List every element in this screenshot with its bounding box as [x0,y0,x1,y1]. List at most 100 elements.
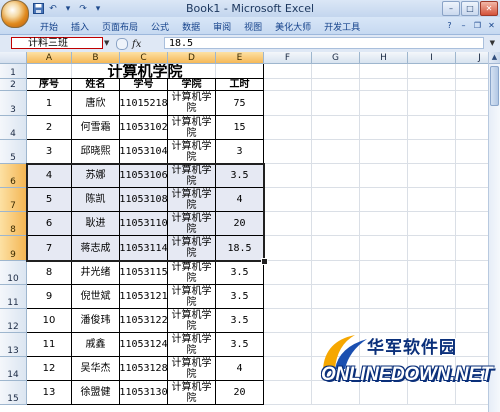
grid-cell[interactable] [360,212,408,236]
column-header-b[interactable]: B [72,52,120,64]
table-cell[interactable]: 11053128 [120,357,168,381]
grid-cell[interactable] [312,140,360,164]
table-row[interactable]: 4 [27,164,72,188]
table-cell[interactable]: 11053104 [120,140,168,164]
maximize-button[interactable]: □ [461,1,479,16]
grid-cell[interactable] [264,91,312,116]
table-row[interactable]: 7 [27,236,72,261]
table-cell[interactable]: 20 [216,381,264,405]
row-header-8[interactable]: 8 [0,212,27,236]
table-cell[interactable]: 11053121 [120,285,168,309]
grid-cell[interactable] [264,333,312,357]
grid-cell[interactable] [312,261,360,285]
grid-cell[interactable] [264,188,312,212]
column-header-d[interactable]: D [168,52,216,64]
grid-cell[interactable] [408,140,456,164]
grid-cell[interactable] [408,212,456,236]
grid-cell[interactable] [360,91,408,116]
chevron-down-icon[interactable]: ▼ [104,39,109,47]
grid-cell[interactable] [408,188,456,212]
row-header-14[interactable]: 14 [0,357,27,381]
table-header[interactable]: 学号 [120,79,168,91]
table-header[interactable]: 工时 [216,79,264,91]
table-cell[interactable]: 计算机学院 [168,285,216,309]
row-header-12[interactable]: 12 [0,309,27,333]
table-header[interactable]: 学院 [168,79,216,91]
table-cell[interactable]: 11053108 [120,188,168,212]
table-cell[interactable]: 11053124 [120,333,168,357]
table-cell[interactable]: 11053106 [120,164,168,188]
table-cell[interactable]: 蒋志成 [72,236,120,261]
expand-formula-icon[interactable]: ▼ [490,39,495,47]
table-cell[interactable]: 计算机学院 [168,381,216,405]
grid-cell[interactable] [264,212,312,236]
grid-cell[interactable] [408,64,456,79]
table-cell[interactable]: 3.5 [216,164,264,188]
row-header-3[interactable]: 3 [0,91,27,116]
table-row[interactable]: 11 [27,333,72,357]
insert-function-button[interactable]: fx [132,39,141,50]
grid-cell[interactable] [360,164,408,188]
table-row[interactable]: 2 [27,116,72,140]
grid-cell[interactable] [360,236,408,261]
table-cell[interactable]: 计算机学院 [168,212,216,236]
table-cell[interactable]: 11053102 [120,116,168,140]
table-cell[interactable]: 计算机学院 [168,236,216,261]
row-header-5[interactable]: 5 [0,140,27,164]
table-cell[interactable]: 11053130 [120,381,168,405]
table-cell[interactable]: 3.5 [216,261,264,285]
grid-cell[interactable] [408,261,456,285]
table-cell[interactable]: 11053122 [120,309,168,333]
table-cell[interactable]: 计算机学院 [168,309,216,333]
table-cell[interactable]: 潘俊玮 [72,309,120,333]
column-header-g[interactable]: G [312,52,360,64]
table-cell[interactable]: 20 [216,212,264,236]
tab-formulas[interactable]: 公式 [145,19,175,34]
grid-cell[interactable] [264,79,312,91]
grid-cell[interactable] [408,91,456,116]
grid-cell[interactable] [360,116,408,140]
grid-cell[interactable] [264,261,312,285]
tab-data[interactable]: 数据 [176,19,206,34]
grid-cell[interactable] [264,164,312,188]
table-cell[interactable]: 11053114 [120,236,168,261]
grid-cell[interactable] [408,164,456,188]
grid-cell[interactable] [312,236,360,261]
row-header-13[interactable]: 13 [0,333,27,357]
row-header-11[interactable]: 11 [0,285,27,309]
table-cell[interactable]: 4 [216,357,264,381]
grid-cell[interactable] [312,91,360,116]
table-cell[interactable]: 计算机学院 [168,261,216,285]
table-cell[interactable]: 邱晓熙 [72,140,120,164]
table-cell[interactable]: 11053110 [120,212,168,236]
table-cell[interactable]: 4 [216,188,264,212]
fill-handle[interactable] [261,258,268,265]
table-cell[interactable]: 唐欣 [72,91,120,116]
table-cell[interactable]: 计算机学院 [168,91,216,116]
table-row[interactable]: 5 [27,188,72,212]
column-header-f[interactable]: F [264,52,312,64]
column-header-e[interactable]: E [216,52,264,64]
table-cell[interactable]: 11015218 [120,91,168,116]
grid-cell[interactable] [264,236,312,261]
table-cell[interactable]: 18.5 [216,236,264,261]
close-icon[interactable]: ✕ [486,20,497,31]
row-header-7[interactable]: 7 [0,188,27,212]
table-row[interactable]: 6 [27,212,72,236]
grid-cell[interactable] [312,188,360,212]
grid-cell[interactable] [264,140,312,164]
grid-cell[interactable] [360,64,408,79]
tab-developer[interactable]: 开发工具 [318,19,366,34]
table-row[interactable]: 12 [27,357,72,381]
tab-beautify[interactable]: 美化大师 [269,19,317,34]
table-cell[interactable]: 计算机学院 [168,357,216,381]
grid-cell[interactable] [312,116,360,140]
table-row[interactable]: 8 [27,261,72,285]
table-row[interactable]: 13 [27,381,72,405]
table-cell[interactable]: 3.5 [216,285,264,309]
row-header-9[interactable]: 9 [0,236,27,261]
column-header-c[interactable]: C [120,52,168,64]
grid-cell[interactable] [360,140,408,164]
grid-cell[interactable] [408,236,456,261]
column-header-h[interactable]: H [360,52,408,64]
